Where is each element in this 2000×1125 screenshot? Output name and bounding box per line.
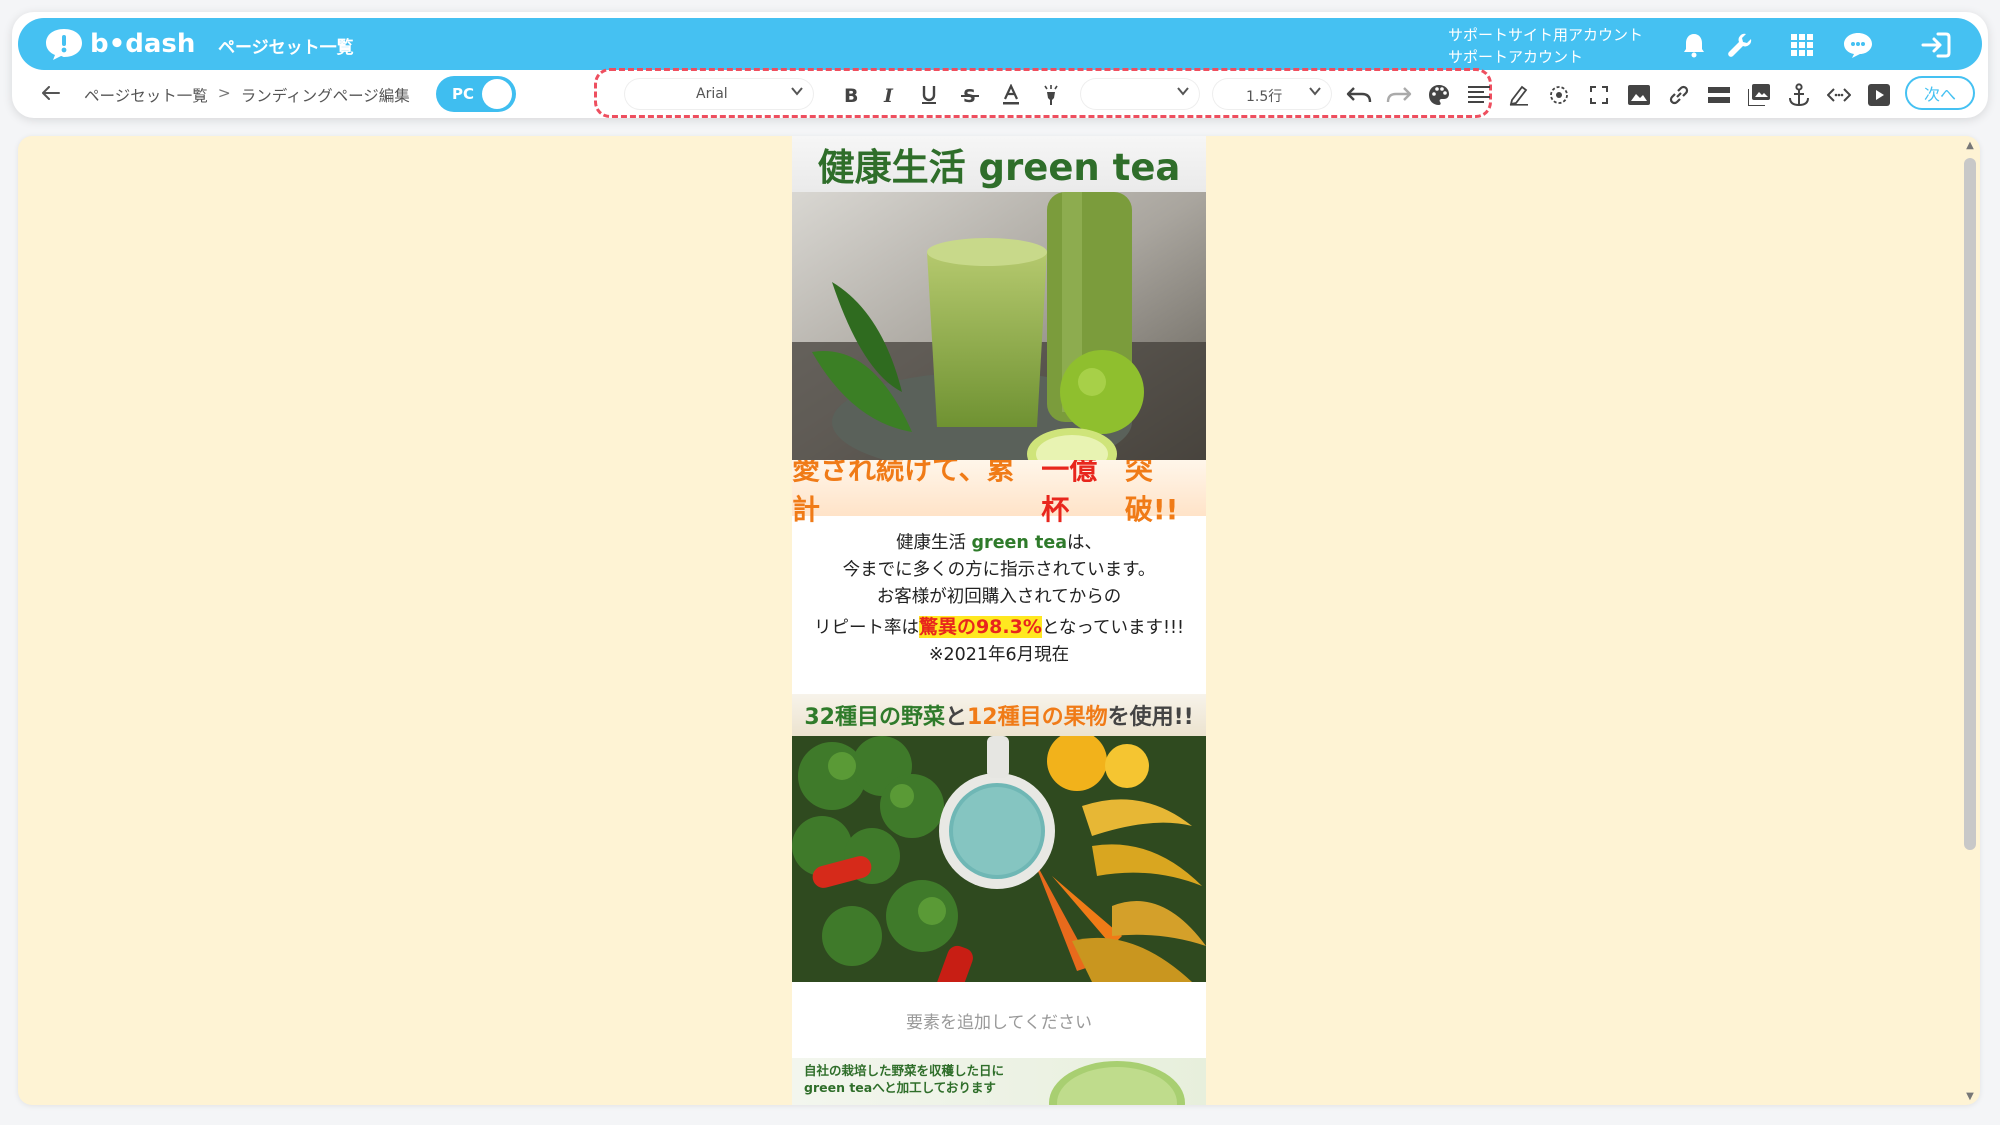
intro-line-1c: は、 <box>1067 533 1103 553</box>
target-button[interactable] <box>1544 80 1574 110</box>
breadcrumb-separator: > <box>217 84 231 102</box>
feature-text-line2: green teaへと加工しております <box>804 1080 996 1095</box>
device-toggle[interactable]: PC <box>436 76 516 112</box>
intro-line-4c: となっています!!! <box>1041 618 1185 638</box>
feature-text: 自社の栽培した野菜を収穫した日に green teaへと加工しております <box>804 1062 1004 1096</box>
banner2-text-a: 32種目の野菜 <box>804 705 945 730</box>
logo-text: b•dash <box>90 29 196 59</box>
canvas-scrollbar[interactable]: ▲ ▼ <box>1960 136 1980 1105</box>
breadcrumb-landing-edit: ランディングページ編集 <box>240 87 410 105</box>
intro-line-5: ※2021年6月現在 <box>928 645 1070 665</box>
banner1-text-b: 一億杯 <box>1041 453 1098 526</box>
support-icon[interactable] <box>1842 29 1874 61</box>
anchor-button[interactable] <box>1784 80 1814 110</box>
bell-icon[interactable] <box>1678 29 1710 61</box>
grid-icon[interactable] <box>1786 29 1818 61</box>
add-element-placeholder[interactable]: 要素を追加してください <box>792 982 1206 1058</box>
intro-line-1b: green tea <box>971 533 1068 553</box>
bold-button[interactable]: B <box>835 80 865 110</box>
device-toggle-label: PC <box>452 85 475 103</box>
logout-icon[interactable] <box>1920 29 1952 61</box>
align-button[interactable] <box>1464 80 1494 110</box>
font-color-button[interactable] <box>996 80 1026 110</box>
vegetables-image[interactable] <box>792 736 1206 982</box>
wrench-icon[interactable] <box>1724 29 1756 61</box>
next-button[interactable]: 次へ <box>1905 76 1975 110</box>
editor-canvas: 健康生活 green tea 愛され続けて、累計 一億杯 突破!! 健康生活 g… <box>18 136 1980 1105</box>
repeat-rate-highlight: 驚異の98.3% <box>918 616 1042 638</box>
palette-button[interactable] <box>1424 80 1454 110</box>
scroll-up-arrow-icon[interactable]: ▲ <box>1960 136 1980 154</box>
line-height-value: 1.5行 <box>1246 89 1283 105</box>
gallery-button[interactable] <box>1744 80 1774 110</box>
breadcrumb: ページセット一覧 > ランディングページ編集 <box>84 84 410 106</box>
header-title[interactable]: ページセット一覧 <box>218 33 354 58</box>
scroll-down-arrow-icon[interactable]: ▼ <box>1960 1087 1980 1105</box>
intro-line-3: お客様が初回購入されてからの <box>876 587 1122 607</box>
banner1-text-c: 突破!! <box>1124 453 1179 526</box>
intro-line-4a: リピート率は <box>813 618 919 638</box>
banner-ingredients[interactable]: 32種目の野菜と 12種目の果物 を使用!! <box>792 694 1206 736</box>
banner2-text-d: を使用!! <box>1107 705 1194 730</box>
intro-line-4: リピート率は驚異の98.3%となっています!!! <box>792 614 1206 642</box>
undo-button[interactable] <box>1344 80 1374 110</box>
logo-mark-icon <box>44 27 84 61</box>
top-header-bar: b•dash ページセット一覧 サポートサイト用アカウント サポートアカウント <box>18 18 1982 70</box>
fullscreen-button[interactable] <box>1584 80 1614 110</box>
editor-header-frame: b•dash ページセット一覧 サポートサイト用アカウント サポートアカウント … <box>12 12 1988 118</box>
banner2-text-c: 12種目の果物 <box>966 705 1108 730</box>
back-arrow-icon[interactable] <box>38 80 64 106</box>
banner-sales-record[interactable]: 愛され続けて、累計 一億杯 突破!! <box>792 453 1206 526</box>
lp-title[interactable]: 健康生活 green tea <box>792 136 1206 192</box>
font-family-select[interactable]: Arial <box>624 78 814 110</box>
code-button[interactable] <box>1824 80 1854 110</box>
font-family-value: Arial <box>696 86 728 102</box>
intro-line-1a: 健康生活 <box>895 533 972 553</box>
redo-button[interactable] <box>1384 80 1414 110</box>
underline-button[interactable] <box>914 80 944 110</box>
svg-text:I: I <box>883 85 894 105</box>
svg-text:B: B <box>844 85 858 105</box>
font-size-select[interactable] <box>1080 78 1200 110</box>
bottom-feature-image[interactable]: 自社の栽培した野菜を収穫した日に green teaへと加工しております <box>792 1058 1206 1105</box>
divider-button[interactable] <box>1704 80 1734 110</box>
breadcrumb-pageset-list[interactable]: ページセット一覧 <box>84 84 208 106</box>
toggle-knob <box>482 79 512 109</box>
banner2-text-b: と <box>944 705 967 730</box>
link-button[interactable] <box>1664 80 1694 110</box>
account-name-line1: サポートサイト用アカウント <box>1448 26 1644 44</box>
chevron-down-icon <box>1176 84 1190 102</box>
feature-text-line1: 自社の栽培した野菜を収穫した日に <box>804 1063 1005 1078</box>
banner1-text-a: 愛され続けて、累計 <box>792 453 1015 526</box>
pen-button[interactable] <box>1504 80 1534 110</box>
account-info[interactable]: サポートサイト用アカウント サポートアカウント <box>1448 24 1643 68</box>
video-button[interactable] <box>1864 80 1894 110</box>
chevron-down-icon <box>1308 84 1322 102</box>
image-button[interactable] <box>1624 80 1654 110</box>
intro-text-block[interactable]: 健康生活 green teaは、 今までに多くの方に指示されています。 お客様が… <box>792 516 1206 694</box>
hero-image[interactable] <box>792 192 1206 460</box>
scroll-thumb[interactable] <box>1964 158 1976 850</box>
line-height-select[interactable]: 1.5行 <box>1212 78 1332 110</box>
account-name-line2: サポートアカウント <box>1448 48 1584 66</box>
intro-line-1: 健康生活 green teaは、 <box>792 530 1206 557</box>
intro-line-2: 今までに多くの方に指示されています。 <box>842 560 1156 580</box>
editor-toolbar: ページセット一覧 > ランディングページ編集 PC Arial B I S 1.… <box>12 68 1988 118</box>
bdash-logo[interactable]: b•dash <box>44 26 195 62</box>
landing-page-preview: 健康生活 green tea 愛され続けて、累計 一億杯 突破!! 健康生活 g… <box>792 136 1206 1105</box>
strikethrough-button[interactable]: S <box>955 80 985 110</box>
italic-button[interactable]: I <box>874 80 904 110</box>
highlight-button[interactable] <box>1036 80 1066 110</box>
chevron-down-icon <box>790 84 804 102</box>
